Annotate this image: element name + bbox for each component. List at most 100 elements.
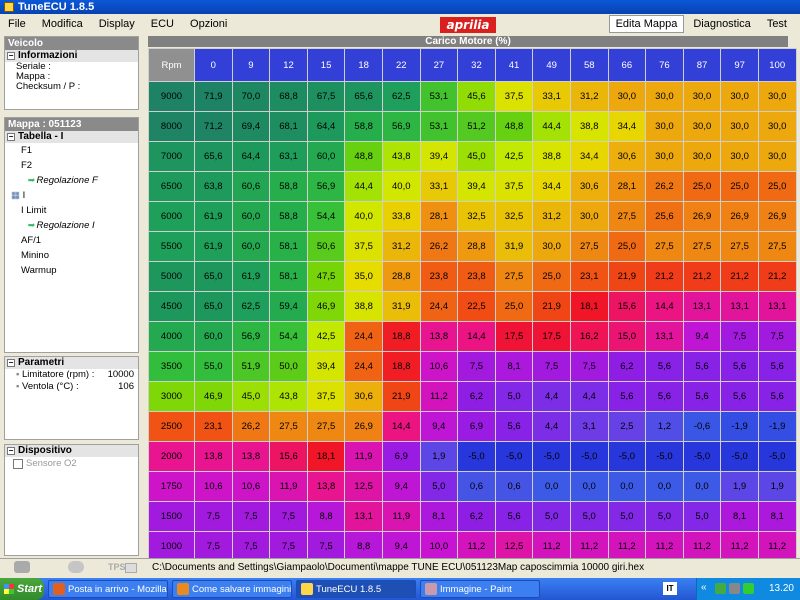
map-cell[interactable]: 23,8 [419, 261, 459, 292]
map-cell[interactable]: 56,9 [381, 111, 421, 142]
map-cell[interactable]: 1,2 [645, 411, 684, 442]
map-cell[interactable]: 5,0 [682, 501, 722, 532]
map-cell[interactable]: 7,5 [269, 531, 308, 562]
map-cell[interactable]: 31,9 [381, 291, 421, 322]
map-cell[interactable]: 5,0 [494, 381, 534, 412]
map-cell[interactable]: 33,1 [419, 171, 459, 202]
map-cell[interactable]: 62,5 [381, 81, 421, 112]
map-cell[interactable]: 71,2 [194, 111, 233, 142]
map-cell[interactable]: 11,2 [419, 381, 459, 412]
map-cell[interactable]: 58,8 [269, 201, 308, 232]
map-cell[interactable]: 10,6 [194, 471, 233, 502]
map-cell[interactable]: 11,2 [757, 531, 797, 562]
map-cell[interactable]: 4,4 [532, 411, 571, 442]
map-cell[interactable]: 58,1 [269, 261, 308, 292]
map-cell[interactable]: 33,1 [532, 81, 571, 112]
map-cell[interactable]: 27,5 [569, 231, 609, 262]
parametri-header[interactable]: − Parametri [5, 357, 138, 369]
map-cell[interactable]: 30,0 [720, 81, 759, 112]
map-cell[interactable]: 38,8 [569, 111, 609, 142]
taskbar-task-2[interactable]: Come salvare immagini d... [172, 580, 292, 598]
map-cell[interactable]: 14,4 [645, 291, 684, 322]
map-cell[interactable]: 26,9 [720, 201, 759, 232]
map-cell[interactable]: 8,1 [494, 351, 534, 382]
map-cell[interactable]: 25,6 [645, 201, 684, 232]
map-cell[interactable]: 5,6 [682, 351, 722, 382]
map-cell[interactable]: 27,5 [306, 411, 346, 442]
map-cell[interactable]: -5,0 [757, 441, 797, 472]
map-cell[interactable]: 48,8 [494, 111, 534, 142]
map-cell[interactable]: 11,2 [720, 531, 759, 562]
map-cell[interactable]: 0,0 [645, 471, 684, 502]
map-cell[interactable]: 30,6 [607, 141, 647, 172]
map-cell[interactable]: 10,0 [419, 531, 459, 562]
map-cell[interactable]: 50,6 [306, 231, 346, 262]
menu-ecu[interactable]: ECU [143, 18, 182, 30]
map-cell[interactable]: 0,0 [569, 471, 609, 502]
map-cell[interactable]: 40,0 [381, 171, 421, 202]
menu-modifica[interactable]: Modifica [34, 18, 91, 30]
map-cell[interactable]: 7,5 [757, 321, 797, 352]
map-cell[interactable]: 7,5 [720, 321, 759, 352]
map-cell[interactable]: 39,4 [306, 351, 346, 382]
map-cell[interactable]: 27,5 [757, 231, 797, 262]
tray-icon-volume[interactable] [729, 583, 740, 594]
map-cell[interactable]: 5,6 [494, 501, 534, 532]
map-cell[interactable]: 13,8 [231, 441, 271, 472]
sensore-o2-checkbox[interactable] [13, 458, 23, 469]
map-cell[interactable]: 32,5 [457, 201, 496, 232]
menu-opzioni[interactable]: Opzioni [182, 18, 235, 30]
map-cell[interactable]: 23,8 [457, 261, 496, 292]
map-cell[interactable]: 15,0 [607, 321, 647, 352]
map-cell[interactable]: 30,0 [720, 141, 759, 172]
map-cell[interactable]: 31,9 [494, 231, 534, 262]
tree-item-warmup[interactable]: Warmup [5, 263, 138, 278]
load-column-header[interactable]: 76 [645, 48, 684, 82]
map-cell[interactable]: 61,9 [231, 261, 271, 292]
map-cell[interactable]: 65,6 [194, 141, 233, 172]
map-cell[interactable]: 46,9 [194, 381, 233, 412]
sensore-o2-row[interactable]: Sensore O2 [5, 457, 138, 470]
rpm-row-header[interactable]: 6500 [148, 171, 195, 202]
map-cell[interactable]: 24,4 [344, 351, 383, 382]
map-cell[interactable]: 5,6 [645, 351, 684, 382]
map-cell[interactable]: 13,8 [419, 321, 459, 352]
map-cell[interactable]: 18,1 [306, 441, 346, 472]
map-cell[interactable]: -5,0 [494, 441, 534, 472]
map-cell[interactable]: 34,4 [532, 171, 571, 202]
map-cell[interactable]: 53,1 [419, 111, 459, 142]
map-cell[interactable]: 5,6 [682, 381, 722, 412]
map-cell[interactable]: 37,5 [494, 81, 534, 112]
map-cell[interactable]: 31,2 [569, 81, 609, 112]
map-cell[interactable]: 3,1 [569, 411, 609, 442]
tree-item-regolazione-i[interactable]: ➥ Regolazione I [5, 218, 138, 233]
map-cell[interactable]: 27,5 [645, 231, 684, 262]
map-cell[interactable]: -5,0 [720, 441, 759, 472]
map-cell[interactable]: 24,4 [419, 291, 459, 322]
load-column-header[interactable]: 66 [607, 48, 647, 82]
map-cell[interactable]: -5,0 [569, 441, 609, 472]
map-cell[interactable]: 61,9 [194, 201, 233, 232]
map-cell[interactable]: 7,5 [306, 531, 346, 562]
map-cell[interactable]: 0,0 [682, 471, 722, 502]
map-cell[interactable]: 43,8 [269, 381, 308, 412]
map-cell[interactable]: 5,0 [532, 501, 571, 532]
map-cell[interactable]: 33,8 [381, 201, 421, 232]
map-cell[interactable]: 71,9 [194, 81, 233, 112]
rpm-row-header[interactable]: 4500 [148, 291, 195, 322]
collapse-icon[interactable]: − [7, 359, 15, 367]
tree-item-f1[interactable]: F1 [5, 143, 138, 158]
map-cell[interactable]: 7,5 [569, 351, 609, 382]
map-cell[interactable]: 21,2 [682, 261, 722, 292]
map-cell[interactable]: 26,2 [645, 171, 684, 202]
map-cell[interactable]: 18,8 [381, 321, 421, 352]
map-cell[interactable]: -5,0 [532, 441, 571, 472]
map-cell[interactable]: 13,1 [645, 321, 684, 352]
load-column-header[interactable]: 97 [720, 48, 759, 82]
map-cell[interactable]: 8,8 [306, 501, 346, 532]
map-cell[interactable]: 30,0 [682, 111, 722, 142]
rpm-row-header[interactable]: 1000 [148, 531, 195, 562]
map-cell[interactable]: 58,1 [269, 231, 308, 262]
map-cell[interactable]: 5,0 [419, 471, 459, 502]
map-cell[interactable]: 11,9 [381, 501, 421, 532]
